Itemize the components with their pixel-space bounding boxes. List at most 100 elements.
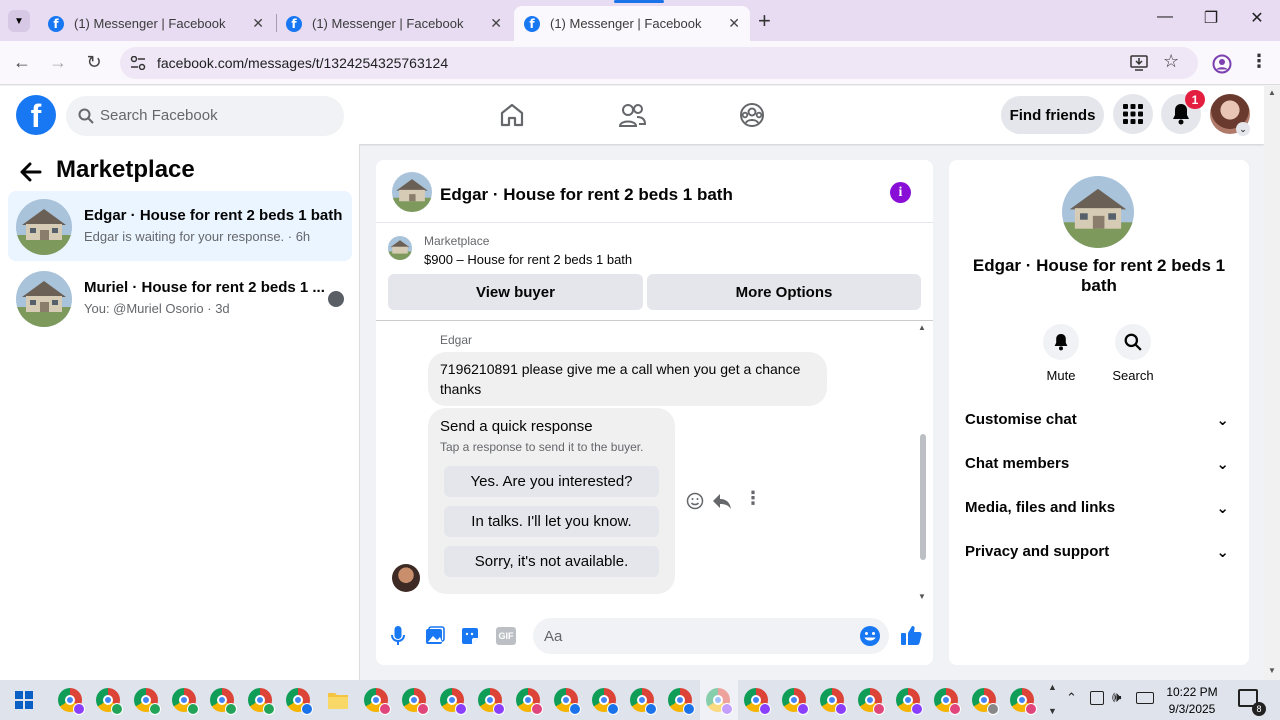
mute-button[interactable]: Mute [1021, 324, 1101, 383]
chrome-taskbar-icon[interactable] [134, 688, 161, 715]
chrome-taskbar-icon[interactable] [592, 688, 619, 715]
system-clock[interactable]: 10:22 PM 9/3/2025 [1162, 684, 1222, 718]
scroll-up-icon[interactable]: ▲ [1268, 88, 1276, 97]
listing-price[interactable]: $900 – House for rent 2 beds 1 bath [424, 252, 632, 267]
tray-overflow-icon[interactable]: ⌃ [1066, 690, 1077, 706]
chrome-taskbar-icon[interactable] [934, 688, 961, 715]
close-tab-icon[interactable]: ✕ [728, 15, 740, 32]
tray-device-icon[interactable] [1090, 691, 1104, 705]
like-thumbs-up-icon[interactable] [900, 624, 922, 646]
install-app-icon[interactable] [1130, 54, 1148, 72]
chrome-taskbar-icon[interactable] [478, 688, 505, 715]
new-tab-icon[interactable]: + [758, 8, 771, 34]
more-options-button[interactable]: More Options [647, 274, 921, 310]
chrome-taskbar-icon[interactable] [286, 688, 313, 715]
chrome-taskbar-icon[interactable] [210, 688, 237, 715]
gif-icon[interactable]: GIF [496, 627, 516, 645]
chrome-taskbar-icon[interactable] [172, 688, 199, 715]
chrome-taskbar-icon[interactable] [972, 688, 999, 715]
taskbar-scroll-up-icon[interactable]: ▲ [1048, 682, 1057, 692]
chrome-taskbar-icon[interactable] [858, 688, 885, 715]
bookmark-star-icon[interactable]: ☆ [1163, 51, 1179, 72]
conversation-item[interactable]: Edgar · House for rent 2 beds 1 bath Edg… [8, 191, 352, 261]
chrome-taskbar-icon[interactable] [96, 688, 123, 715]
chrome-taskbar-icon[interactable] [896, 688, 923, 715]
search-in-chat-button[interactable]: Search [1093, 324, 1173, 383]
view-buyer-button[interactable]: View buyer [388, 274, 643, 310]
search-facebook-input[interactable]: Search Facebook [66, 96, 344, 136]
reload-icon[interactable]: ↻ [82, 52, 106, 73]
close-tab-icon[interactable]: ✕ [490, 15, 502, 32]
microphone-icon[interactable] [391, 626, 405, 646]
thread-scrollbar-thumb[interactable] [920, 434, 926, 560]
sender-avatar[interactable] [392, 564, 420, 592]
minimize-icon[interactable]: — [1150, 8, 1180, 26]
message-input[interactable]: Aa [533, 618, 889, 654]
taskbar-scroll-down-icon[interactable]: ▼ [1048, 706, 1057, 716]
menu-grid-button[interactable] [1113, 94, 1153, 134]
chrome-taskbar-icon[interactable] [782, 688, 809, 715]
chrome-taskbar-icon[interactable] [1010, 688, 1037, 715]
back-icon[interactable]: ← [10, 52, 34, 73]
omnibox[interactable]: facebook.com/messages/t/1324254325763124… [120, 47, 1198, 79]
chrome-taskbar-icon[interactable] [668, 688, 695, 715]
sticker-icon[interactable] [460, 626, 480, 646]
reply-icon[interactable] [712, 492, 732, 510]
chrome-taskbar-icon[interactable] [630, 688, 657, 715]
forward-icon[interactable]: → [46, 52, 70, 73]
chrome-taskbar-icon[interactable] [440, 688, 467, 715]
chrome-taskbar-icon[interactable] [248, 688, 275, 715]
url-text[interactable]: facebook.com/messages/t/1324254325763124 [157, 55, 448, 71]
close-tab-icon[interactable]: ✕ [252, 15, 264, 32]
listing-thumbnail[interactable] [388, 236, 412, 260]
customise-chat-row[interactable]: Customise chat ⌄ [965, 405, 1233, 437]
chrome-taskbar-icon[interactable] [402, 688, 429, 715]
emoji-icon[interactable] [859, 625, 881, 647]
network-icon[interactable] [1136, 692, 1154, 704]
scroll-down-icon[interactable]: ▼ [1268, 666, 1276, 675]
react-emoji-icon[interactable] [686, 492, 704, 510]
close-window-icon[interactable]: ✕ [1242, 8, 1272, 28]
more-actions-icon[interactable]: ⋮ [744, 488, 762, 509]
quick-reply-button[interactable]: In talks. I'll let you know. [444, 506, 659, 537]
browser-tab-3-active[interactable]: f (1) Messenger | Facebook ✕ [514, 6, 750, 41]
groups-icon[interactable] [739, 102, 765, 128]
conversation-item[interactable]: Muriel · House for rent 2 beds 1 ... You… [8, 263, 352, 333]
chat-members-row[interactable]: Chat members ⌄ [965, 449, 1233, 481]
find-friends-button[interactable]: Find friends [1001, 96, 1104, 134]
back-arrow-icon[interactable] [20, 162, 42, 182]
photo-icon[interactable] [425, 626, 445, 646]
tab-search-icon[interactable]: ▼ [8, 10, 30, 32]
chat-avatar[interactable] [392, 172, 432, 212]
chrome-taskbar-icon[interactable] [58, 688, 85, 715]
privacy-support-row[interactable]: Privacy and support ⌄ [965, 537, 1233, 569]
windows-start-icon[interactable] [15, 691, 33, 709]
quick-reply-button[interactable]: Sorry, it's not available. [444, 546, 659, 577]
home-icon[interactable] [499, 102, 525, 128]
quick-reply-button[interactable]: Yes. Are you interested? [444, 466, 659, 497]
profile-icon[interactable] [1212, 54, 1232, 74]
chat-title[interactable]: Edgar · House for rent 2 beds 1 bath [440, 185, 733, 205]
contact-avatar[interactable] [1062, 176, 1134, 248]
browser-tab-1[interactable]: f (1) Messenger | Facebook ✕ [38, 6, 274, 41]
message-bubble[interactable]: 7196210891 please give me a call when yo… [428, 352, 827, 406]
chrome-taskbar-icon[interactable] [820, 688, 847, 715]
account-chevron-down-icon[interactable]: ⌄ [1236, 122, 1250, 136]
info-icon[interactable]: i [890, 182, 911, 203]
browser-tab-2[interactable]: f (1) Messenger | Facebook ✕ [276, 6, 512, 41]
page-scrollbar[interactable]: ▲ ▼ [1264, 86, 1280, 680]
friends-icon[interactable] [618, 102, 646, 128]
restore-icon[interactable]: ❐ [1196, 8, 1226, 28]
volume-icon[interactable]: 🕪 [1112, 689, 1121, 706]
file-explorer-icon[interactable] [327, 690, 349, 710]
site-info-icon[interactable] [130, 56, 146, 70]
scroll-up-icon[interactable]: ▲ [918, 323, 926, 332]
chrome-taskbar-icon[interactable] [516, 688, 543, 715]
scroll-down-icon[interactable]: ▼ [918, 592, 926, 601]
chrome-taskbar-icon[interactable] [554, 688, 581, 715]
facebook-logo-icon[interactable]: f [16, 95, 56, 135]
chrome-taskbar-icon[interactable] [364, 688, 391, 715]
media-files-links-row[interactable]: Media, files and links ⌄ [965, 493, 1233, 525]
chrome-taskbar-icon[interactable] [744, 688, 771, 715]
browser-menu-icon[interactable]: ⋮ [1250, 51, 1268, 72]
